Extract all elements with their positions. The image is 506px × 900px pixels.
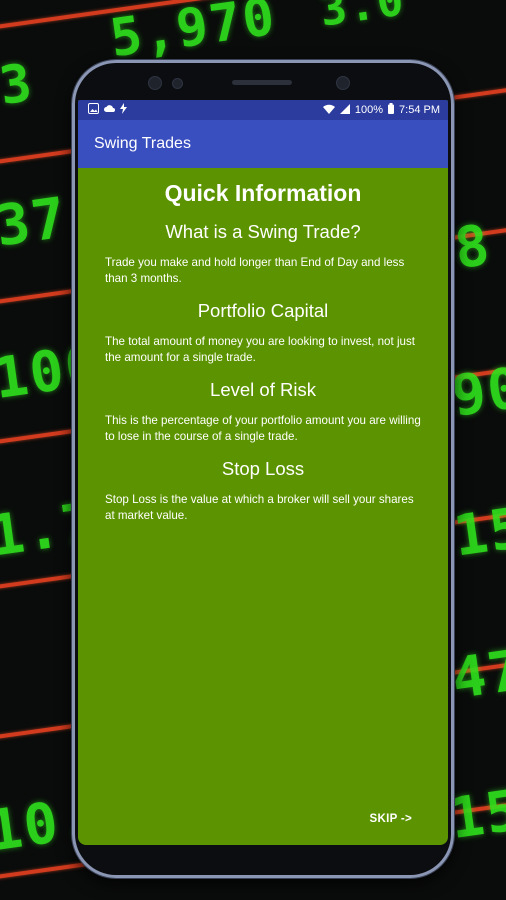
section-body-portfolio-capital: The total amount of money you are lookin… (105, 335, 415, 364)
app-bar: Swing Trades (78, 120, 448, 168)
section-body-stop-loss: Stop Loss is the value at which a broker… (105, 493, 414, 522)
quick-info-content: Quick Information What is a Swing Trade?… (78, 180, 448, 524)
iris-scanner-icon (336, 76, 350, 90)
section-body-swing-trade: Trade you make and hold longer than End … (105, 256, 405, 285)
sensor-icon (172, 78, 183, 89)
section-title-portfolio-capital: Portfolio Capital (197, 300, 329, 321)
ticker-number: 479 (447, 632, 506, 713)
clock-time: 7:54 PM (399, 104, 440, 116)
ticker-number: 15 (449, 495, 506, 570)
status-notifications (88, 103, 127, 117)
app-title: Swing Trades (94, 135, 191, 152)
skip-button[interactable]: SKIP -> (370, 813, 412, 825)
ticker-number: 90 (447, 355, 506, 430)
section-title-level-of-risk: Level of Risk (210, 379, 316, 400)
section-body-level-of-risk: This is the percentage of your portfolio… (105, 414, 421, 443)
status-indicators: 100% 7:54 PM (322, 103, 440, 117)
front-camera-icon (148, 76, 162, 90)
status-bar: 100% 7:54 PM (78, 100, 448, 120)
flash-notification-icon (120, 103, 127, 117)
ticker-number: 8 (450, 212, 496, 283)
page-title: Quick Information (164, 180, 362, 206)
ticker-number: 37 (0, 185, 72, 260)
wifi-icon (322, 104, 335, 117)
section-title-stop-loss: Stop Loss (221, 458, 305, 479)
battery-percentage: 100% (354, 104, 384, 116)
ticker-number: 150 (445, 772, 506, 853)
signal-icon (339, 103, 350, 117)
ticker-number: 3.0 (316, 0, 409, 37)
section-title-swing-trade: What is a Swing Trade? (165, 221, 361, 242)
cloud-notification-icon (104, 104, 115, 116)
ticker-number: 5,970 (106, 0, 280, 70)
phone-bottom-bezel (72, 846, 454, 878)
battery-icon (388, 103, 395, 117)
app-screen: 100% 7:54 PM Swing Trades Quick Informat… (78, 100, 448, 845)
gallery-notification-icon (88, 103, 99, 117)
earpiece-speaker (232, 80, 292, 85)
ticker-number: 3 (0, 52, 38, 118)
phone-frame: 100% 7:54 PM Swing Trades Quick Informat… (72, 60, 454, 878)
